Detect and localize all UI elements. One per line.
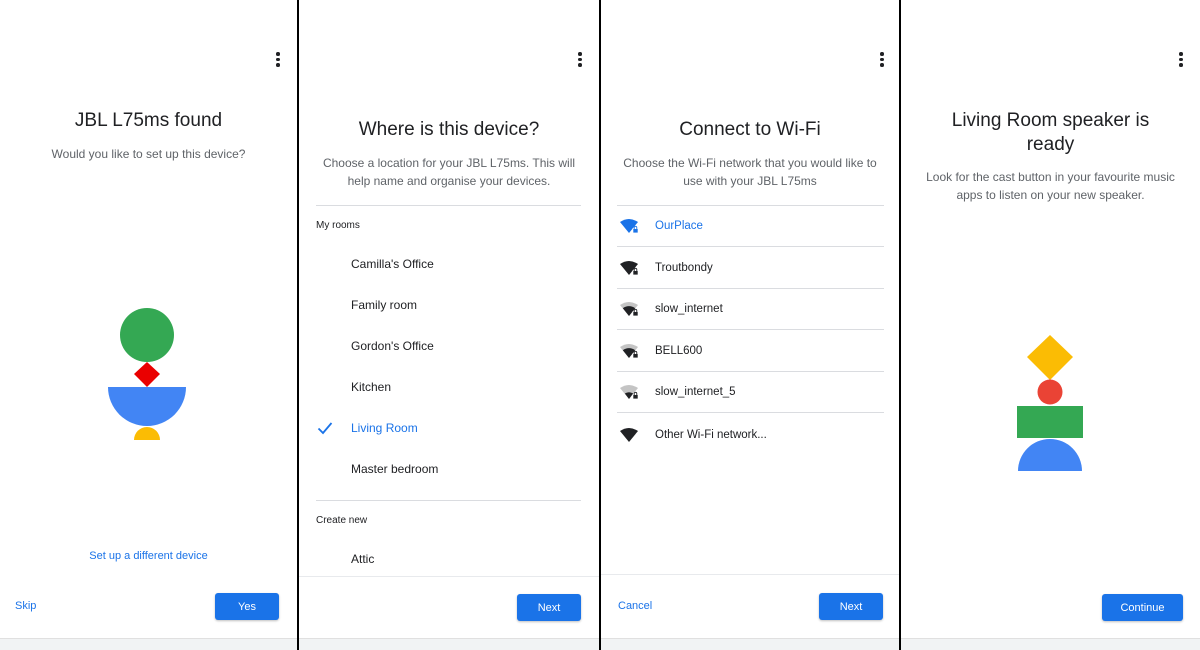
room-item-family-room[interactable]: Family room bbox=[351, 295, 417, 315]
wifi-network-label: OurPlace bbox=[655, 220, 703, 232]
yes-button[interactable]: Yes bbox=[215, 593, 279, 620]
set-up-different-device-link[interactable]: Set up a different device bbox=[0, 550, 297, 562]
page-title: Living Room speaker is ready bbox=[951, 110, 1150, 155]
wifi-selection-screen: Connect to Wi-Fi Choose the Wi-Fi networ… bbox=[601, 0, 899, 650]
wifi-network-item[interactable]: slow_internet_5 bbox=[617, 372, 884, 414]
room-item-label: Living Room bbox=[351, 421, 418, 435]
wifi-network-item[interactable]: Other Wi-Fi network... bbox=[617, 414, 884, 455]
divider bbox=[316, 205, 581, 206]
check-icon bbox=[317, 422, 333, 435]
speaker-ready-illustration bbox=[1017, 335, 1083, 471]
wifi-network-item[interactable]: OurPlace bbox=[617, 206, 884, 247]
red-diamond-shape bbox=[134, 362, 160, 387]
wifi-network-label: Troutbondy bbox=[655, 261, 713, 274]
wifi-network-item[interactable]: BELL600 bbox=[617, 331, 884, 372]
nav-bar-strip bbox=[601, 638, 899, 650]
nav-bar-strip bbox=[299, 638, 599, 650]
page-subtitle: Would you like to set up this device? bbox=[51, 147, 246, 161]
page-subtitle: Look for the cast button in your favouri… bbox=[926, 170, 1175, 202]
device-illustration bbox=[108, 308, 186, 440]
red-circle-shape bbox=[1037, 379, 1063, 405]
room-item-camillas-office[interactable]: Camilla's Office bbox=[351, 254, 434, 274]
my-rooms-heading: My rooms bbox=[316, 220, 360, 231]
page-title: Connect to Wi-Fi bbox=[679, 119, 821, 140]
overflow-menu-icon[interactable] bbox=[270, 52, 286, 70]
nav-bar-strip bbox=[0, 638, 297, 650]
yellow-diamond-shape bbox=[1027, 335, 1073, 380]
overflow-menu-icon[interactable] bbox=[572, 52, 588, 70]
room-item-label: Master bedroom bbox=[351, 462, 439, 476]
wifi-lock-icon bbox=[620, 385, 639, 400]
setup-flow: JBL L75ms found Would you like to set up… bbox=[0, 0, 1200, 650]
page-title: Where is this device? bbox=[358, 119, 540, 140]
next-button[interactable]: Next bbox=[819, 593, 883, 620]
wifi-lock-icon bbox=[620, 302, 639, 317]
room-item-label: Attic bbox=[351, 552, 375, 566]
wifi-lock-icon bbox=[620, 260, 639, 275]
device-found-screen: JBL L75ms found Would you like to set up… bbox=[0, 0, 297, 650]
continue-button[interactable]: Continue bbox=[1102, 594, 1183, 621]
cancel-button[interactable]: Cancel bbox=[618, 600, 652, 612]
footer-shadow bbox=[299, 576, 599, 577]
speaker-ready-screen: Living Room speaker is ready Look for th… bbox=[901, 0, 1200, 650]
wifi-network-label: slow_internet bbox=[655, 303, 723, 316]
room-selection-screen: Where is this device? Choose a location … bbox=[299, 0, 599, 650]
wifi-network-item[interactable]: Troutbondy bbox=[617, 248, 884, 289]
nav-bar-strip bbox=[901, 638, 1200, 650]
wifi-network-label: Other Wi-Fi network... bbox=[655, 428, 767, 441]
room-item-gordons-office[interactable]: Gordon's Office bbox=[351, 336, 434, 356]
blue-dome-shape bbox=[1018, 439, 1082, 471]
blue-bowl-shape bbox=[108, 387, 186, 426]
wifi-icon bbox=[620, 427, 638, 442]
page-subtitle: Choose the Wi-Fi network that you would … bbox=[623, 156, 877, 188]
room-item-master-bedroom[interactable]: Master bedroom bbox=[351, 459, 438, 479]
wifi-lock-icon bbox=[620, 219, 639, 233]
wifi-network-label: BELL600 bbox=[655, 344, 703, 357]
yellow-semicircle-shape bbox=[134, 427, 160, 440]
room-item-kitchen[interactable]: Kitchen bbox=[351, 377, 391, 397]
room-item-living-room[interactable]: Living Room bbox=[351, 418, 418, 438]
footer-shadow bbox=[601, 574, 899, 575]
page-title: JBL L75ms found bbox=[74, 110, 223, 131]
next-button[interactable]: Next bbox=[517, 594, 581, 621]
green-circle-shape bbox=[120, 308, 174, 362]
room-item-label: Family room bbox=[351, 298, 418, 312]
create-new-heading: Create new bbox=[316, 515, 368, 526]
room-item-label: Kitchen bbox=[351, 380, 392, 394]
wifi-lock-icon bbox=[620, 343, 639, 358]
overflow-menu-icon[interactable] bbox=[874, 52, 890, 70]
wifi-network-item[interactable]: slow_internet bbox=[617, 289, 884, 331]
create-room-item-attic[interactable]: Attic bbox=[351, 549, 374, 569]
room-item-label: Camilla's Office bbox=[351, 257, 434, 271]
overflow-menu-icon[interactable] bbox=[1173, 52, 1189, 70]
page-subtitle: Choose a location for your JBL L75ms. Th… bbox=[322, 156, 576, 188]
skip-button[interactable]: Skip bbox=[15, 600, 36, 612]
green-rectangle-shape bbox=[1017, 406, 1083, 438]
wifi-network-label: slow_internet_5 bbox=[655, 386, 736, 399]
divider bbox=[316, 500, 581, 501]
room-item-label: Gordon's Office bbox=[351, 339, 434, 353]
